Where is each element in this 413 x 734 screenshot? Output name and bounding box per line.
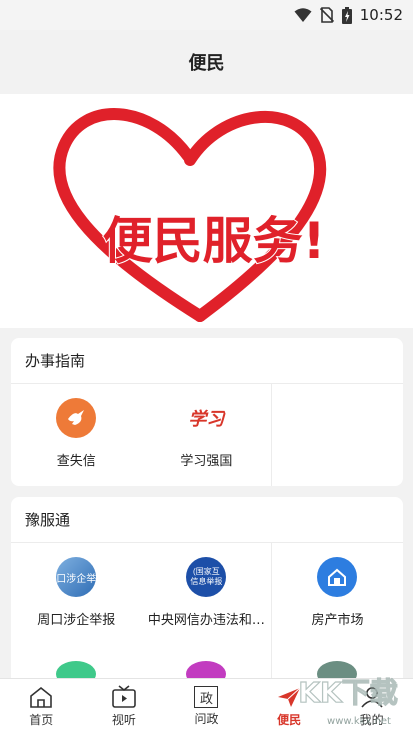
tab-label: 视听 — [111, 713, 136, 727]
banner[interactable]: 便民服务! — [0, 94, 413, 328]
tab-audio-video[interactable]: 视听 — [83, 679, 166, 734]
tab-government[interactable]: 政 问政 — [165, 679, 248, 734]
tab-label: 问政 — [194, 712, 219, 726]
status-time: 10:52 — [359, 6, 403, 24]
battery-icon — [341, 6, 352, 24]
yufutong-item-housing-market[interactable]: 房产市场 — [272, 543, 403, 647]
tab-label: 首页 — [29, 713, 54, 727]
government-icon-text: 政 — [199, 691, 213, 707]
yufutong-section-title: 豫服通 — [11, 497, 403, 543]
xuexi-logo-text: 学习 — [188, 409, 225, 430]
status-bar: 10:52 — [0, 0, 413, 30]
tv-icon — [112, 685, 136, 708]
cac-report-logo-icon: (国家互 信息举报 — [186, 557, 227, 597]
tab-label: 我的 — [359, 713, 384, 727]
yufutong-item-zhoukou-report[interactable]: 口涉企举 周口涉企举报 — [11, 543, 142, 647]
guide-item-label: 查失信 — [56, 454, 96, 469]
guide-section: 办事指南 查失信 学习 学习强国 — [11, 338, 403, 486]
tab-mine[interactable]: 我的 — [330, 679, 413, 734]
bottom-tab-bar: 首页 视听 政 问政 便民 我的 — [0, 678, 413, 734]
guide-section-title: 办事指南 — [11, 338, 403, 384]
guide-item-xuexi[interactable]: 学习 学习强国 — [142, 384, 273, 486]
home-icon — [30, 686, 53, 708]
government-icon: 政 — [194, 686, 219, 708]
dove-icon — [56, 398, 97, 438]
status-icons: 10:52 — [294, 5, 403, 25]
guide-item-credit-check[interactable]: 查失信 — [11, 384, 142, 486]
tab-label: 便民 — [277, 713, 302, 727]
yufutong-item-label: 房产市场 — [311, 613, 364, 628]
wifi-icon — [294, 8, 312, 22]
paper-plane-icon — [278, 687, 301, 707]
yufutong-item-label: 中央网信办违法和… — [147, 613, 265, 628]
xuexi-logo-icon: 学习 — [186, 398, 227, 438]
report-logo-icon: 口涉企举 — [56, 557, 97, 597]
guide-item-label: 学习强国 — [180, 454, 233, 469]
tab-convenience[interactable]: 便民 — [248, 679, 331, 734]
user-icon — [361, 687, 383, 708]
banner-heart-graphic: 便民服务! — [53, 108, 326, 322]
yufutong-item-label: 周口涉企举报 — [37, 613, 116, 628]
yufutong-section: 豫服通 口涉企举 周口涉企举报 (国家互 信息举报 中央网信办违法和… 房产市场 — [11, 497, 403, 697]
header: 便民 — [0, 30, 413, 94]
yufutong-item-cac-report[interactable]: (国家互 信息举报 中央网信办违法和… — [142, 543, 273, 647]
house-icon — [317, 557, 358, 597]
report-logo-text: 口涉企举 — [56, 573, 97, 585]
banner-slogan: 便民服务! — [103, 212, 326, 270]
tab-home[interactable]: 首页 — [0, 679, 83, 734]
cac-report-logo-text: (国家互 信息举报 — [190, 567, 223, 586]
no-sim-icon — [319, 7, 334, 23]
page-title: 便民 — [188, 53, 225, 74]
